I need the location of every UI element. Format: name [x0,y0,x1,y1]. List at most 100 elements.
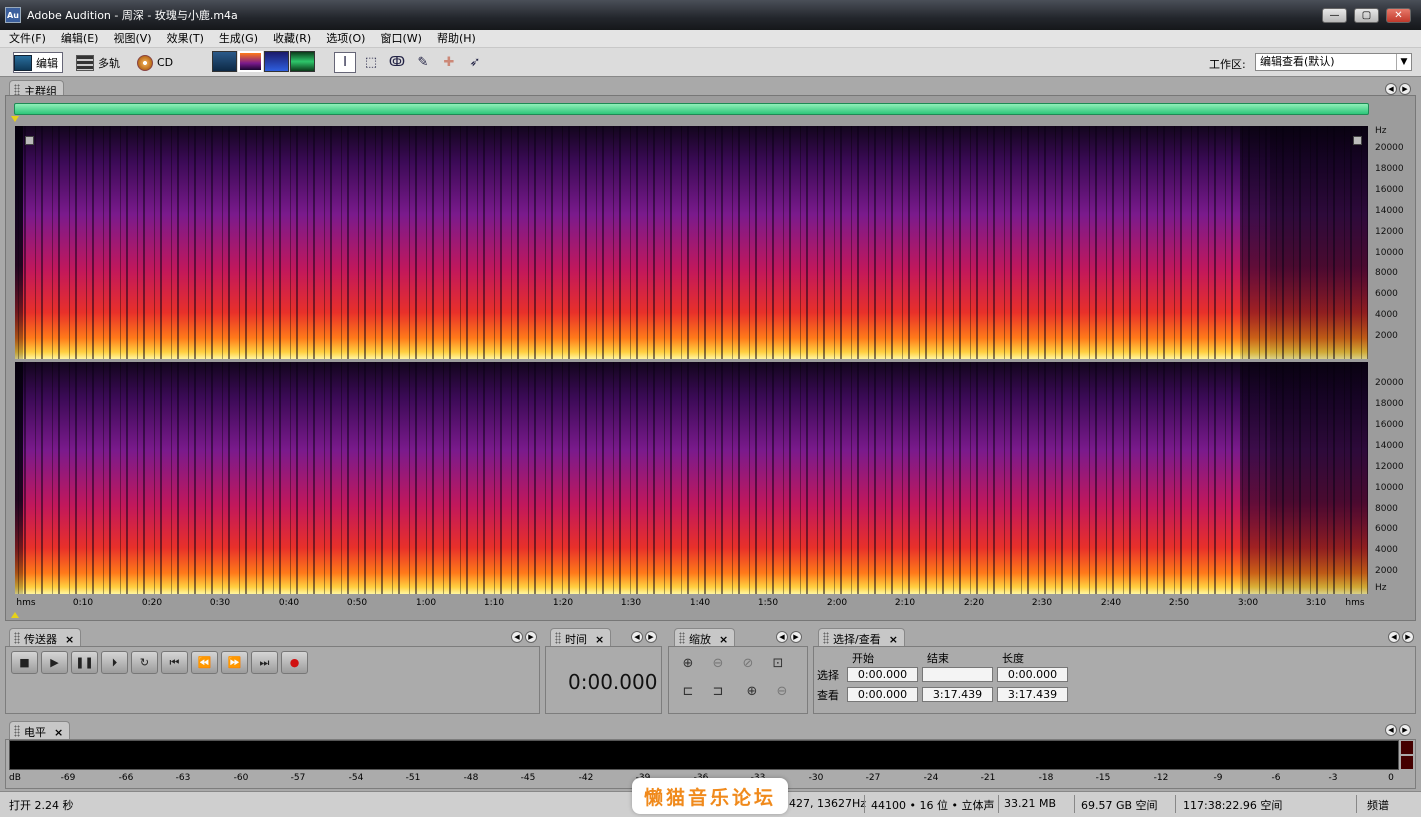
time-tick: 1:40 [689,598,711,608]
close-button[interactable]: ✕ [1386,8,1411,23]
menu-favorites[interactable]: 收藏(R) [264,30,317,48]
waveform-icon [14,54,32,71]
marquee-icon: ⬚ [364,55,378,70]
time-tick: 0:50 [346,598,368,608]
playhead-marker-icon[interactable] [11,612,19,618]
playhead-marker-icon[interactable] [11,116,19,122]
time-ruler[interactable]: hms 0:10 0:20 0:30 0:40 0:50 1:00 1:10 1… [14,594,1369,611]
play-button[interactable]: ▶ [41,651,68,674]
view-length-field[interactable]: 3:17.439 [997,687,1068,702]
level-panel-menu[interactable]: ◀ ▶ [1385,724,1413,738]
spectrogram-right-channel[interactable] [15,362,1368,594]
spectrogram-left-channel[interactable] [15,126,1368,359]
hz-tick: 14000 [1375,206,1404,216]
time-close-icon[interactable]: × [595,633,604,646]
minimize-button[interactable]: — [1322,8,1347,23]
move-tool[interactable]: ➶ [464,52,486,73]
zoom-tab[interactable]: 缩放 × [674,628,736,647]
workspace-select[interactable]: 编辑查看(默认) ▼ [1255,53,1412,71]
selection-start-field[interactable]: 0:00.000 [847,667,918,682]
selection-view-panel-menu[interactable]: ◀ ▶ [1388,631,1416,645]
overview-zoom-bar[interactable] [14,103,1369,115]
time-tick: 0:20 [141,598,163,608]
menu-bar: 文件(F) 编辑(E) 视图(V) 效果(T) 生成(G) 收藏(R) 选项(O… [0,30,1421,48]
cd-icon [137,54,153,71]
zoom-in-horizontal-button[interactable]: ⊕ [678,654,698,672]
menu-options[interactable]: 选项(O) [317,30,371,48]
zoom-to-right-edge-button[interactable]: ⊐ [708,682,728,700]
brush-tool[interactable]: ✎ [412,52,434,73]
spot-healing-tool[interactable]: ✚ [438,52,460,73]
pause-button[interactable]: ❚❚ [71,651,98,674]
multitrack-icon [76,54,94,71]
zoom-close-icon[interactable]: × [719,633,728,646]
selection-end-field[interactable] [922,667,993,682]
zoom-to-left-edge-button[interactable]: ⊏ [678,682,698,700]
zoom-panel-menu[interactable]: ◀ ▶ [776,631,804,645]
workspace-label: 工作区: [1209,58,1246,71]
menu-help[interactable]: 帮助(H) [428,30,482,48]
marquee-tool[interactable]: ⬚ [360,52,382,73]
menu-window[interactable]: 窗口(W) [371,30,427,48]
edit-view-button[interactable]: 编辑 [13,52,63,73]
spectral-phase-display-button[interactable] [290,51,315,72]
cd-view-button[interactable]: CD [137,52,173,73]
menu-file[interactable]: 文件(F) [0,30,52,48]
time-tab[interactable]: 时间 × [550,628,612,647]
record-button[interactable]: ● [281,651,308,674]
clip-indicator-right[interactable] [1401,756,1413,769]
waveform-display-button[interactable] [212,51,237,72]
vertical-zoom-handle-icon[interactable] [1353,136,1362,145]
zoom-in-vertical-button[interactable]: ⊕ [742,682,762,700]
hz-tick: 10000 [1375,483,1404,493]
spectral-frequency-display-button[interactable] [238,51,263,72]
zoom-out-vertical-button[interactable]: ⊖ [772,682,792,700]
time-tick: 2:50 [1168,598,1190,608]
view-end-field[interactable]: 3:17.439 [922,687,993,702]
zoom-out-horizontal-button[interactable]: ⊖ [708,654,728,672]
lasso-tool[interactable]: ↂ [386,52,408,73]
spectral-pan-display-button[interactable] [264,51,289,72]
menu-generate[interactable]: 生成(G) [210,30,264,48]
menu-effects[interactable]: 效果(T) [158,30,210,48]
zoom-out-full-button[interactable]: ⊘ [738,654,758,672]
transport-controls: ■ ▶ ❚❚ ⏵ ↻ ⏮ ⏪ ⏩ ⏭ ● [11,651,311,675]
fast-forward-button[interactable]: ⏩ [221,651,248,674]
current-time-display: 0:00.000 [568,670,658,694]
panel-grip-icon [679,632,685,644]
hz-tick: 12000 [1375,462,1404,472]
status-divider [1175,795,1176,813]
play-circle-icon: ⏵ [111,655,118,669]
intro-silence [15,362,23,594]
maximize-button[interactable]: ▢ [1354,8,1379,23]
menu-edit[interactable]: 编辑(E) [52,30,105,48]
level-meter-close-icon[interactable]: × [54,726,63,739]
loop-button[interactable]: ↻ [131,651,158,674]
zoom-in-icon: ⊕ [682,655,694,671]
transport-close-icon[interactable]: × [65,633,74,646]
time-panel-menu[interactable]: ◀ ▶ [631,631,659,645]
transport-tab[interactable]: 传送器 × [9,628,82,647]
go-to-end-button[interactable]: ⏭ [251,651,278,674]
audition-app-icon[interactable]: Au [5,7,21,23]
vertical-zoom-handle-icon[interactable] [25,136,34,145]
selection-view-close-icon[interactable]: × [889,633,898,646]
zoom-to-selection-button[interactable]: ⊡ [768,654,788,672]
selection-view-tab[interactable]: 选择/查看 × [818,628,905,647]
go-to-start-button[interactable]: ⏮ [161,651,188,674]
selection-length-field[interactable]: 0:00.000 [997,667,1068,682]
time-tick: 0:30 [209,598,231,608]
multitrack-view-button[interactable]: 多轨 [76,52,120,73]
play-to-end-button[interactable]: ⏵ [101,651,128,674]
clip-indicators[interactable] [1401,741,1413,769]
level-meter-tab-label: 电平 [24,726,46,739]
time-tick: 1:00 [415,598,437,608]
clip-indicator-left[interactable] [1401,741,1413,754]
menu-view[interactable]: 视图(V) [104,30,157,48]
rewind-button[interactable]: ⏪ [191,651,218,674]
view-start-field[interactable]: 0:00.000 [847,687,918,702]
stop-button[interactable]: ■ [11,651,38,674]
level-meter-tab[interactable]: 电平 × [9,721,71,740]
time-selection-tool[interactable]: I [334,52,356,73]
transport-panel-menu[interactable]: ◀ ▶ [511,631,539,645]
